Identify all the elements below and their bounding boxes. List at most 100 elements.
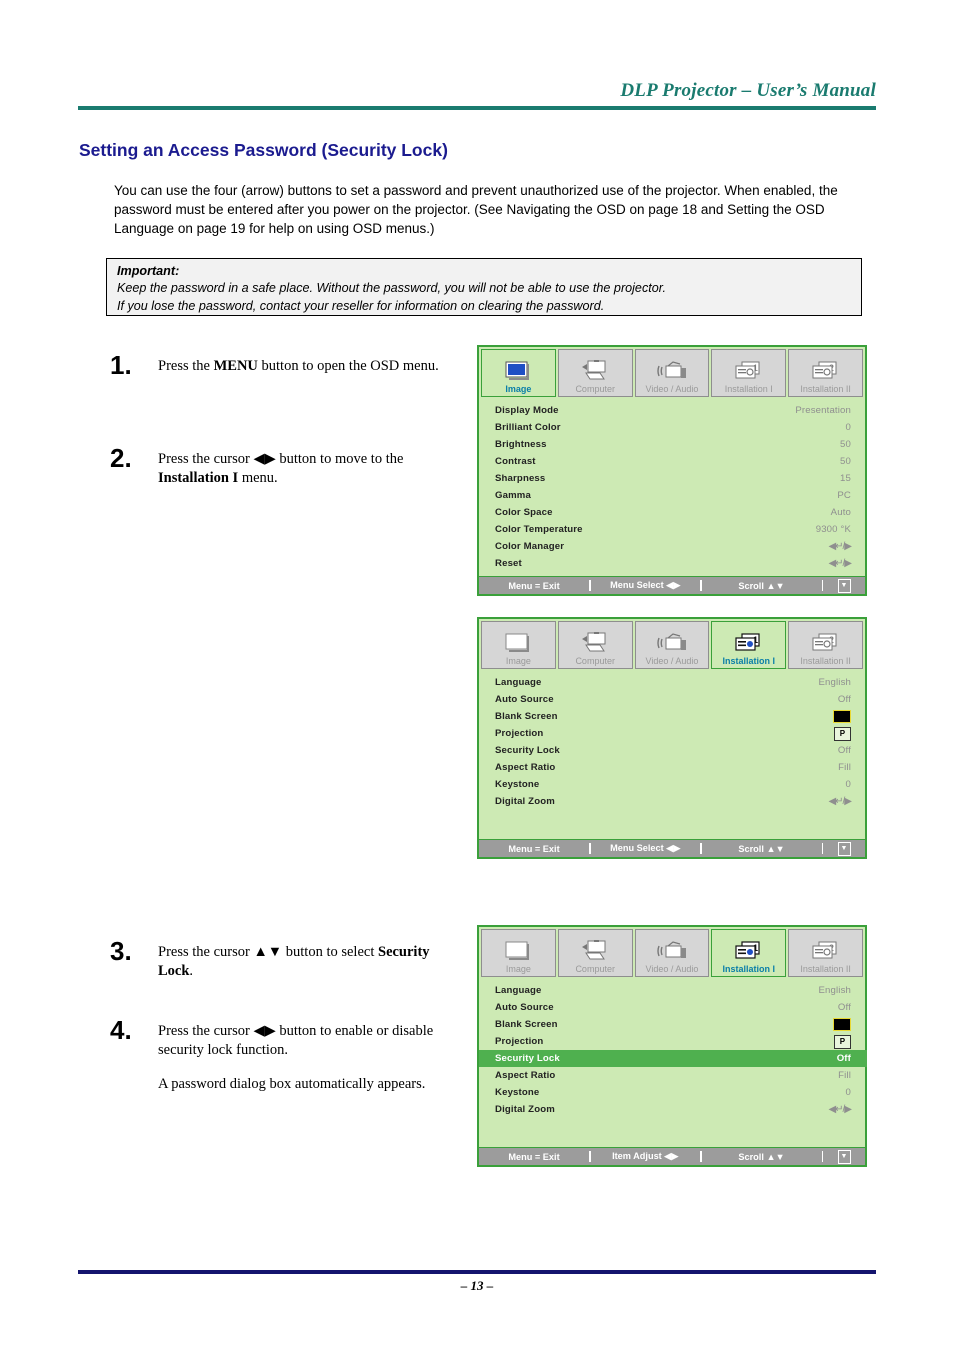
step-2-text: Press the cursor ◀▶ button to move to th…	[158, 451, 404, 487]
osd-row[interactable]: Security Lock Off	[493, 742, 853, 759]
installation-1-icon: 1	[734, 358, 764, 384]
osd-row-label: Security Lock	[495, 745, 560, 756]
osd-row[interactable]: Reset ◀↵/▶	[493, 555, 853, 572]
osd3-tab-installation-1-label: Installation I	[722, 963, 776, 974]
osd2-tab-video-audio[interactable]: Video / Audio	[634, 621, 710, 669]
osd-row[interactable]: Digital Zoom ◀↵/▶	[493, 1101, 853, 1118]
osd-row-value: English	[818, 677, 851, 688]
step-4-note: A password dialog box automatically appe…	[158, 1076, 426, 1092]
osd-row[interactable]: Brilliant Color 0	[493, 419, 853, 436]
osd-row-value: Off	[837, 1002, 851, 1013]
osd1-footer-indicator: ▼	[823, 578, 865, 593]
osd3-tab-bar: Image Computer Video / Audio 1 Installat…	[479, 927, 865, 977]
important-line-1: Keep the password in a safe place. Witho…	[117, 281, 666, 296]
osd-row[interactable]: Color Manager ◀↵/▶	[493, 538, 853, 555]
osd-row[interactable]: Gamma PC	[493, 487, 853, 504]
osd-row[interactable]: Projection P	[493, 1033, 853, 1050]
osd3-tab-installation-2[interactable]: 2 Installation II	[788, 929, 863, 977]
osd-row-label: Aspect Ratio	[495, 1070, 556, 1081]
osd-row[interactable]: Auto Source Off	[493, 999, 853, 1016]
scroll-down-icon: ▼	[837, 841, 851, 856]
step-4-text: Press the cursor ◀▶ button to enable or …	[158, 1023, 434, 1059]
osd-row[interactable]: Digital Zoom ◀↵/▶	[493, 793, 853, 810]
osd-row-value	[833, 710, 851, 723]
osd3-tab-video-audio[interactable]: Video / Audio	[634, 929, 710, 977]
osd-row-value: 50	[840, 456, 851, 467]
osd2-tab-image[interactable]: Image	[481, 621, 556, 669]
osd-row[interactable]: Contrast 50	[493, 453, 853, 470]
osd-row-label: Brightness	[495, 439, 547, 450]
osd-row-value: 15	[840, 473, 851, 484]
osd-row[interactable]: Blank Screen	[493, 1016, 853, 1033]
step-4-number: 4.	[110, 1015, 132, 1045]
blank-screen-color-swatch	[833, 710, 851, 723]
osd-row-label: Color Temperature	[495, 524, 583, 535]
osd-row[interactable]: Color Temperature 9300 °K	[493, 521, 853, 538]
osd-row[interactable]: Security Lock Off	[479, 1050, 867, 1067]
osd-row[interactable]: Brightness 50	[493, 436, 853, 453]
osd-row-label: Auto Source	[495, 1002, 554, 1013]
osd2-footer-select: Menu Select ◀▶	[610, 843, 681, 853]
screen-icon	[505, 938, 531, 964]
osd1-tab-image[interactable]: Image	[481, 349, 556, 397]
osd-row-value: Presentation	[795, 405, 851, 416]
osd1-footer-select: Menu Select ◀▶	[610, 580, 681, 590]
manual-header-title: DLP Projector – User’s Manual	[620, 80, 876, 101]
footer-rule	[78, 1270, 876, 1274]
osd-row[interactable]: Color Space Auto	[493, 504, 853, 521]
osd3-tab-computer[interactable]: Computer	[557, 929, 633, 977]
osd-row-label: Security Lock	[495, 1053, 560, 1064]
osd1-tab-video-audio[interactable]: Video / Audio	[634, 349, 710, 397]
step-3-number: 3.	[110, 936, 132, 966]
osd3-footer-item-adjust: Item Adjust ◀▶	[612, 1151, 679, 1161]
osd-row[interactable]: Keystone 0	[493, 776, 853, 793]
osd-row[interactable]: Keystone 0	[493, 1084, 853, 1101]
osd-row[interactable]: Language English	[493, 674, 853, 691]
projection-orientation-icon: P	[834, 1034, 851, 1049]
osd-row[interactable]: Sharpness 15	[493, 470, 853, 487]
manual-page: DLP Projector – User’s Manual Setting an…	[0, 0, 954, 1350]
osd-row-value: P	[834, 726, 851, 741]
osd-row-value: 0	[845, 1087, 851, 1098]
osd-row-label: Blank Screen	[495, 1019, 558, 1030]
osd-row-value: 9300 °K	[815, 524, 851, 535]
osd-row[interactable]: Display Mode Presentation	[493, 402, 853, 419]
osd3-footer-indicator: ▼	[823, 1149, 865, 1164]
osd2-tab-video-audio-label: Video / Audio	[645, 655, 699, 666]
osd-row[interactable]: Projection P	[493, 725, 853, 742]
screen-icon	[505, 358, 531, 384]
osd2-menu-rows: Language English Auto Source Off Blank Scree…	[479, 669, 865, 839]
osd-row[interactable]: Blank Screen	[493, 708, 853, 725]
osd-row-value: Off	[836, 1053, 851, 1064]
osd3-tab-installation-1[interactable]: 1 Installation I	[711, 929, 787, 977]
important-callout: Important: Keep the password in a safe p…	[106, 258, 862, 316]
osd-row-value: Fill	[838, 762, 851, 773]
osd1-tab-computer[interactable]: Computer	[557, 349, 633, 397]
computer-icon	[580, 630, 610, 656]
osd-row-value: P	[834, 1034, 851, 1049]
osd-row[interactable]: Aspect Ratio Fill	[493, 759, 853, 776]
enter-submenu-icon: ◀↵/▶	[828, 796, 852, 807]
installation-2-icon: 2	[811, 938, 841, 964]
osd-row[interactable]: Auto Source Off	[493, 691, 853, 708]
screen-icon	[505, 630, 531, 656]
osd1-tab-installation-2[interactable]: 2 Installation II	[788, 349, 863, 397]
osd-row-label: Gamma	[495, 490, 531, 501]
osd1-tab-installation-1[interactable]: 1 Installation I	[711, 349, 787, 397]
osd2-footer-indicator: ▼	[823, 841, 865, 856]
osd2-tab-image-label: Image	[505, 655, 531, 666]
important-line-2: If you lose the password, contact your r…	[117, 298, 605, 313]
osd2-tab-installation-2[interactable]: 2 Installation II	[788, 621, 863, 669]
osd2-tab-installation-1[interactable]: 1 Installation I	[711, 621, 787, 669]
osd2-tab-computer-label: Computer	[575, 655, 615, 666]
osd-row[interactable]: Aspect Ratio Fill	[493, 1067, 853, 1084]
osd-row[interactable]: Language English	[493, 982, 853, 999]
osd-row-label: Sharpness	[495, 473, 546, 484]
installation-2-icon: 2	[811, 630, 841, 656]
osd-row-label: Language	[495, 677, 542, 688]
enter-submenu-icon: ◀↵/▶	[828, 1104, 852, 1115]
osd2-tab-computer[interactable]: Computer	[557, 621, 633, 669]
osd2-tab-installation-2-label: Installation II	[800, 655, 851, 666]
osd-row-value: 0	[845, 422, 851, 433]
osd3-tab-image[interactable]: Image	[481, 929, 556, 977]
